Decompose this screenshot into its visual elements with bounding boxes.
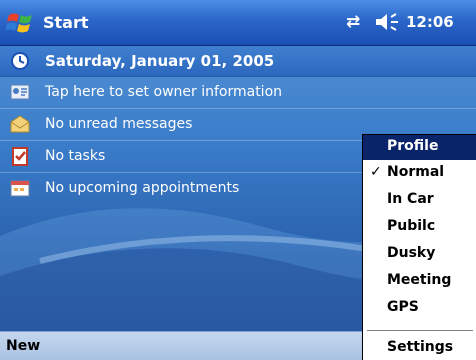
tasks-label: No tasks bbox=[45, 148, 106, 164]
windows-flag-icon[interactable] bbox=[6, 9, 36, 37]
menu-item-dusky[interactable]: Dusky bbox=[387, 245, 435, 261]
mail-icon bbox=[10, 115, 30, 133]
appointments-label: No upcoming appointments bbox=[45, 180, 240, 196]
clock[interactable]: 12:06 bbox=[406, 13, 454, 31]
title-bar: Start ⇄ 12:06 bbox=[0, 0, 476, 46]
profile-header-label: Profile bbox=[387, 138, 439, 154]
volume-icon[interactable] bbox=[374, 11, 402, 33]
profile-menu-header[interactable]: Profile bbox=[363, 135, 476, 160]
calendar-icon bbox=[10, 180, 30, 197]
new-button[interactable]: New bbox=[6, 338, 40, 354]
date-row[interactable]: Saturday, January 01, 2005 bbox=[0, 46, 476, 77]
date-text: Saturday, January 01, 2005 bbox=[45, 52, 275, 70]
menu-divider bbox=[367, 330, 473, 331]
menu-item-meeting[interactable]: Meeting bbox=[387, 272, 451, 288]
tasks-icon bbox=[12, 147, 28, 166]
menu-item-public[interactable]: Pubilc bbox=[387, 218, 435, 234]
connectivity-icon[interactable]: ⇄ bbox=[346, 12, 360, 32]
list-item-owner[interactable]: Tap here to set owner information bbox=[0, 77, 476, 108]
owner-info-icon bbox=[10, 84, 30, 100]
clock-icon bbox=[11, 52, 29, 70]
check-icon: ✓ bbox=[370, 164, 382, 180]
start-title[interactable]: Start bbox=[43, 13, 89, 32]
menu-item-gps[interactable]: GPS bbox=[387, 299, 419, 315]
menu-item-normal[interactable]: Normal bbox=[387, 164, 444, 180]
owner-info-label: Tap here to set owner information bbox=[45, 84, 283, 100]
messages-label: No unread messages bbox=[45, 116, 193, 132]
menu-item-in-car[interactable]: In Car bbox=[387, 191, 434, 207]
menu-item-settings[interactable]: Settings bbox=[387, 339, 453, 355]
profile-menu: Profile ✓ Normal In Car Pubilc Dusky Mee… bbox=[362, 134, 476, 360]
